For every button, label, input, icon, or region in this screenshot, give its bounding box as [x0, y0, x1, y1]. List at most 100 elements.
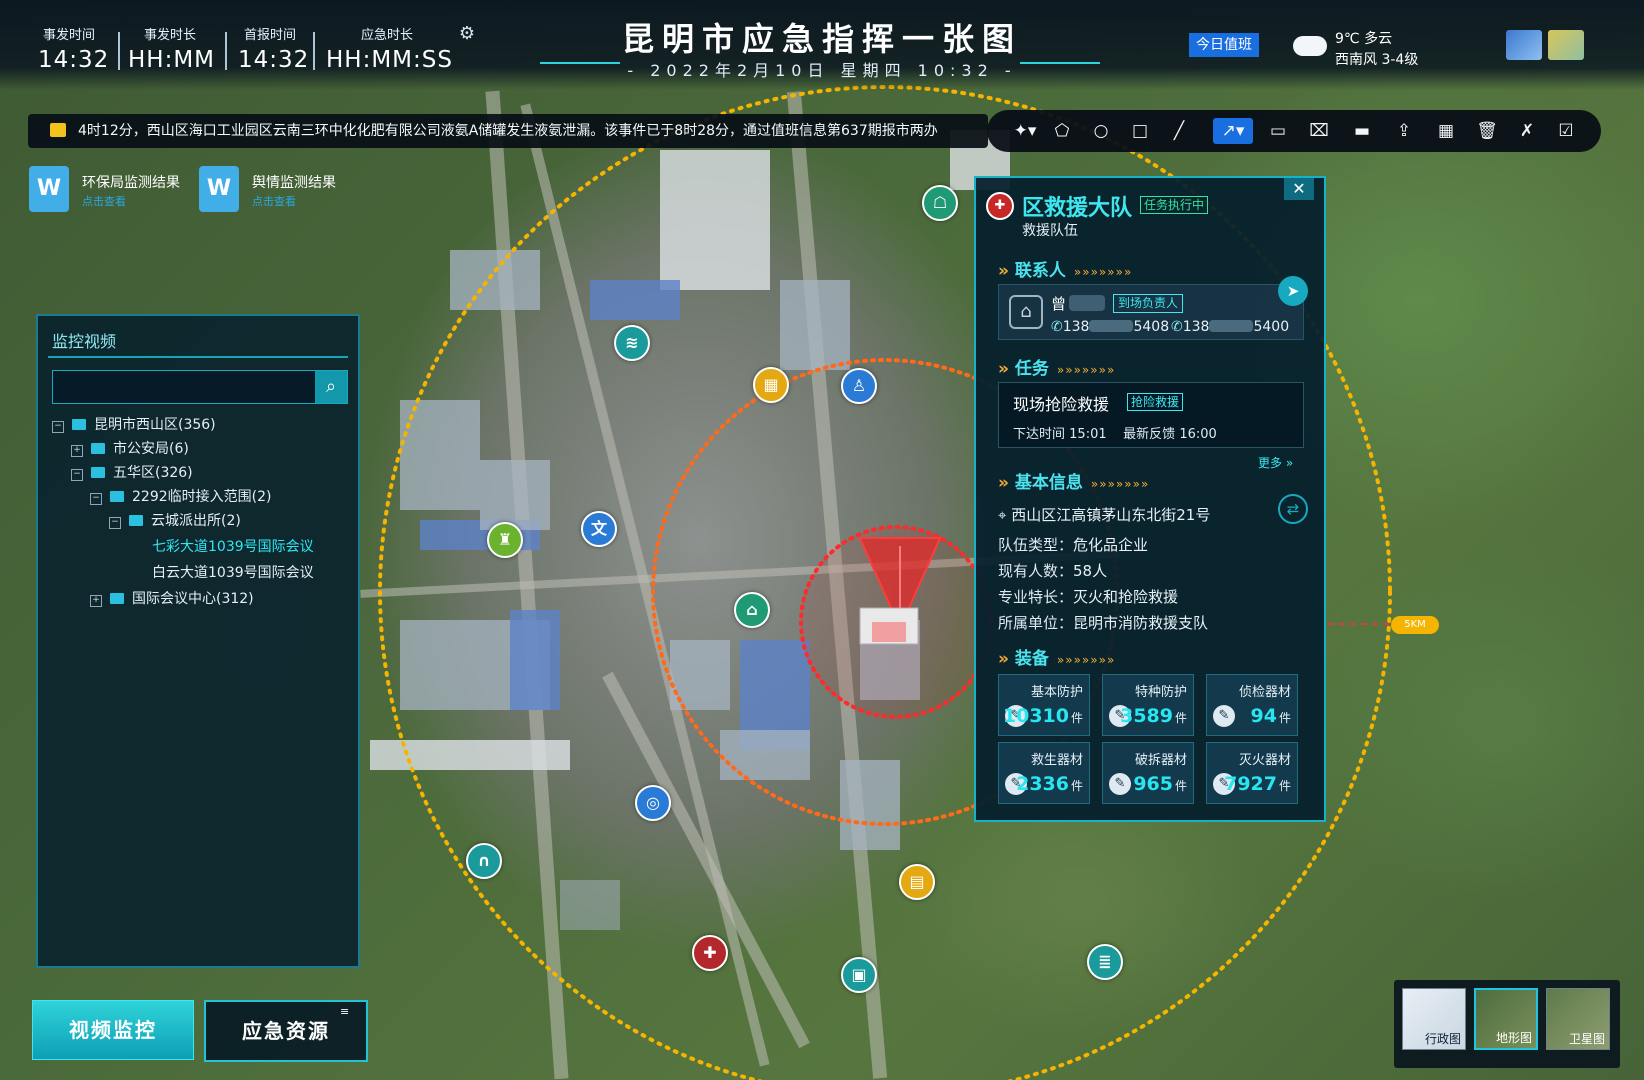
expand-icon[interactable]: +	[90, 595, 102, 607]
arrow-icon[interactable]: ↗▾	[1213, 118, 1253, 144]
water-icon[interactable]: ≋	[614, 325, 650, 361]
folder-icon	[129, 515, 143, 526]
doc-link[interactable]: 点击查看	[82, 193, 126, 209]
culture-icon[interactable]: 文	[581, 511, 617, 547]
team-name: 区救援大队	[1022, 196, 1133, 221]
info-field: 现有人数：58人	[998, 562, 1108, 580]
map-type-terrain[interactable]: 地形图	[1474, 988, 1538, 1050]
video-monitor-button[interactable]: 视频监控	[32, 1000, 194, 1060]
text-box-icon[interactable]: ▭	[1265, 118, 1291, 144]
status-badge: 任务执行中	[1140, 196, 1209, 214]
contact-section-heading: » 联系人»»»»»»»	[998, 261, 1133, 281]
warehouse-icon[interactable]: ⌂	[734, 592, 770, 628]
location-pin-icon: ⌖	[998, 506, 1007, 524]
equipment-card[interactable]: 基本防护 ✎ 10310 件	[998, 674, 1090, 736]
ruler-icon[interactable]: ▬	[1349, 118, 1375, 144]
bus-icon[interactable]: ▣	[841, 957, 877, 993]
send-icon[interactable]: ➤	[1278, 276, 1308, 306]
pin-icon[interactable]: ✦▾	[1007, 118, 1043, 144]
tree-node[interactable]: − 昆明市西山区(356)	[52, 414, 216, 434]
factory-icon[interactable]: ▦	[753, 367, 789, 403]
equipment-section-heading: » 装备»»»»»»»	[998, 649, 1116, 669]
polygon-icon[interactable]: ⬠	[1049, 118, 1075, 144]
equipment-card[interactable]: 灭火器材 ✎ 7927 件	[1206, 742, 1298, 804]
info-section-heading: » 基本信息»»»»»»»	[998, 473, 1150, 493]
alert-ticker[interactable]: 4时12分，西山区海口工业园区云南三环中化化肥有限公司液氨A储罐发生液氨泄漏。该…	[28, 114, 988, 148]
today-duty-button[interactable]: 今日值班	[1189, 33, 1259, 57]
doc-title: 舆情监测结果	[252, 175, 336, 191]
delete-icon[interactable]: 🗑	[1474, 118, 1500, 144]
tree-leaf-camera[interactable]: 白云大道1039号国际会议	[152, 562, 314, 582]
tree-node[interactable]: −2292临时接入范围(2)	[90, 486, 271, 506]
medical-icon[interactable]: ✚	[692, 935, 728, 971]
industry-icon[interactable]: ▤	[899, 864, 935, 900]
clear-icon[interactable]: ⌧	[1306, 118, 1332, 144]
collapse-icon[interactable]: −	[52, 421, 64, 433]
panel-title: 监控视频	[52, 332, 117, 351]
person-icon[interactable]: ♙	[841, 368, 877, 404]
collapse-icon[interactable]: −	[71, 469, 83, 481]
top-header: 事发时间 14:32 事发时长 HH:MM 首报时间 14:32 应急时长 HH…	[0, 0, 1644, 90]
alert-message-icon	[50, 123, 66, 137]
export-icon[interactable]: ⇪	[1391, 118, 1417, 144]
tunnel-icon[interactable]: ∩	[466, 843, 502, 879]
task-tag: 抢险救援	[1127, 393, 1184, 411]
search-input[interactable]	[57, 374, 311, 400]
wrench-icon: ✎	[1109, 773, 1131, 795]
map-type-switcher: 行政图 地形图 卫星图	[1394, 980, 1620, 1068]
folder-icon	[91, 467, 105, 478]
collapse-icon[interactable]: −	[109, 517, 121, 529]
search-icon[interactable]: ⌕	[315, 371, 347, 403]
equipment-card[interactable]: 破拆器材 ✎ 965 件	[1102, 742, 1194, 804]
phone-number[interactable]: ✆138 5408	[1051, 319, 1169, 335]
tree-node[interactable]: − 云城派出所(2)	[109, 510, 241, 530]
tree-node[interactable]: + 市公安局(6)	[71, 438, 189, 458]
task-card[interactable]: 现场抢险救援 抢险救援 下达时间 15:01 最新反馈 16:00	[998, 382, 1304, 448]
tree-node[interactable]: − 五华区(326)	[71, 462, 193, 482]
radius-label: 5KM	[1391, 616, 1439, 634]
expand-icon[interactable]: +	[71, 445, 83, 457]
wrench-icon: ✎	[1213, 705, 1235, 727]
doc-link[interactable]: 点击查看	[252, 193, 296, 209]
folder-icon	[110, 593, 124, 604]
sports-icon[interactable]: ◎	[635, 785, 671, 821]
folder-icon	[110, 491, 124, 502]
phone-blur	[1089, 320, 1134, 332]
app-shortcut-icon[interactable]	[1548, 30, 1584, 60]
tree-node[interactable]: + 国际会议中心(312)	[90, 588, 254, 608]
delete-all-icon[interactable]: ✗	[1514, 118, 1540, 144]
name-blur	[1069, 295, 1105, 311]
phone-blur	[1209, 320, 1254, 332]
map-type-satellite[interactable]: 卫星图	[1546, 988, 1610, 1050]
menu-icon[interactable]: ≡	[340, 1005, 349, 1018]
video-monitor-panel: 监控视频 ⌕ − 昆明市西山区(356) + 市公安局(6) − 五华区(326) −…	[36, 314, 360, 968]
cloud-icon	[1293, 36, 1327, 56]
tree-leaf-camera[interactable]: 七彩大道1039号国际会议	[152, 536, 314, 556]
close-icon[interactable]: ✕	[1284, 178, 1314, 200]
more-link[interactable]: 更多 »	[1258, 454, 1293, 471]
collapse-icon[interactable]: −	[90, 493, 102, 505]
user-avatar-icon: ⌂	[1009, 295, 1043, 329]
reservoir-icon[interactable]: ≣	[1087, 944, 1123, 980]
circle-icon[interactable]: ○	[1088, 118, 1114, 144]
equipment-card[interactable]: 救生器材 ✎ 2336 件	[998, 742, 1090, 804]
map-type-admin[interactable]: 行政图	[1402, 988, 1466, 1050]
equipment-card[interactable]: 侦检器材 ✎ 94 件	[1206, 674, 1298, 736]
grid-icon[interactable]: ▦	[1433, 118, 1459, 144]
confirm-icon[interactable]: ☑	[1553, 118, 1579, 144]
rectangle-icon[interactable]: □	[1127, 118, 1153, 144]
weather-temperature: 9℃ 多云	[1335, 31, 1393, 47]
phone-number[interactable]: ✆138 5400	[1171, 319, 1289, 335]
equipment-card[interactable]: 特种防护 ✎ 3589 件	[1102, 674, 1194, 736]
search-box: ⌕	[52, 370, 348, 404]
hydrant-icon[interactable]: ♜	[487, 522, 523, 558]
team-type: 救援队伍	[1022, 223, 1078, 239]
rescue-team-icon[interactable]: ☖	[922, 185, 958, 221]
team-detail-panel: ✚ 区救援大队 任务执行中 救援队伍 ✕ » 联系人»»»»»»» ⌂ 曾 到场…	[974, 176, 1326, 822]
task-name: 现场抢险救援	[1013, 395, 1110, 414]
route-icon[interactable]: ⇄	[1278, 494, 1308, 524]
info-field: 队伍类型：危化品企业	[998, 536, 1149, 554]
app-shortcut-icon[interactable]	[1506, 30, 1542, 60]
line-icon[interactable]: ╱	[1166, 118, 1192, 144]
word-doc-icon: W	[29, 166, 69, 212]
